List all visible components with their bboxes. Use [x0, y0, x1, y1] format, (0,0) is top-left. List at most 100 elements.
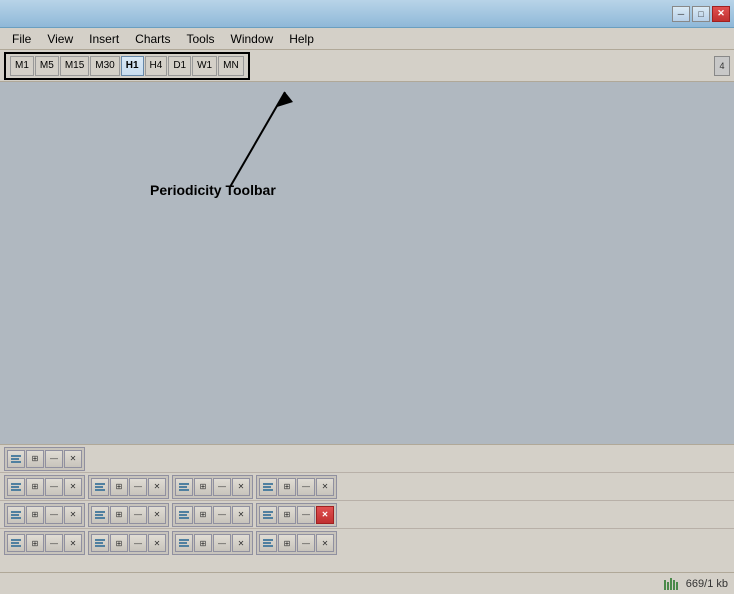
window-group-3b: ⊞ — ✕	[88, 531, 169, 555]
win-btn-min-2d[interactable]: —	[297, 506, 315, 524]
period-w1[interactable]: W1	[192, 56, 217, 76]
window-group-3c: ⊞ — ✕	[172, 531, 253, 555]
win-btn-close-1b[interactable]: ✕	[148, 478, 166, 496]
win-btn-chart-0[interactable]	[7, 450, 25, 468]
window-group-0: ⊞ — ✕	[4, 447, 85, 471]
win-btn-restore-3a[interactable]: ⊞	[26, 534, 44, 552]
maximize-button[interactable]: □	[692, 6, 710, 22]
win-btn-close-2d[interactable]: ✕	[316, 506, 334, 524]
menu-bar: File View Insert Charts Tools Window Hel…	[0, 28, 734, 50]
win-btn-close-3c[interactable]: ✕	[232, 534, 250, 552]
win-btn-restore-1c[interactable]: ⊞	[194, 478, 212, 496]
win-btn-close-1d[interactable]: ✕	[316, 478, 334, 496]
taskbar-row-3: ⊞ — ✕ ⊞ — ✕ ⊞ — ✕ ⊞ — ✕	[0, 529, 734, 557]
taskbar-area: ⊞ — ✕ ⊞ — ✕ ⊞ — ✕ ⊞ — ✕ ⊞ — ✕	[0, 444, 734, 594]
win-btn-min-2c[interactable]: —	[213, 506, 231, 524]
menu-window[interactable]: Window	[223, 30, 282, 48]
period-h1[interactable]: H1	[121, 56, 144, 76]
win-btn-min-3a[interactable]: —	[45, 534, 63, 552]
period-m1[interactable]: M1	[10, 56, 34, 76]
win-btn-close-1c[interactable]: ✕	[232, 478, 250, 496]
period-d1[interactable]: D1	[168, 56, 191, 76]
win-btn-min-2a[interactable]: —	[45, 506, 63, 524]
win-btn-chart-2a[interactable]	[7, 506, 25, 524]
menu-tools[interactable]: Tools	[179, 30, 223, 48]
period-m5[interactable]: M5	[35, 56, 59, 76]
window-group-3d: ⊞ — ✕	[256, 531, 337, 555]
win-btn-min-1c[interactable]: —	[213, 478, 231, 496]
win-btn-close-3d[interactable]: ✕	[316, 534, 334, 552]
status-bar: 669/1 kb	[0, 572, 734, 594]
win-btn-chart-3b[interactable]	[91, 534, 109, 552]
win-btn-min-3c[interactable]: —	[213, 534, 231, 552]
win-btn-min-1d[interactable]: —	[297, 478, 315, 496]
window-group-2a: ⊞ — ✕	[4, 503, 85, 527]
win-btn-chart-1d[interactable]	[259, 478, 277, 496]
win-btn-min-0[interactable]: —	[45, 450, 63, 468]
win-btn-restore-2d[interactable]: ⊞	[278, 506, 296, 524]
memory-bars-icon	[664, 578, 680, 590]
period-mn[interactable]: MN	[218, 56, 244, 76]
menu-file[interactable]: File	[4, 30, 39, 48]
win-btn-chart-3d[interactable]	[259, 534, 277, 552]
win-btn-min-2b[interactable]: —	[129, 506, 147, 524]
win-btn-restore-3d[interactable]: ⊞	[278, 534, 296, 552]
window-group-1c: ⊞ — ✕	[172, 475, 253, 499]
taskbar-row-1: ⊞ — ✕ ⊞ — ✕ ⊞ — ✕ ⊞ — ✕	[0, 473, 734, 501]
memory-icon	[664, 578, 680, 590]
menu-help[interactable]: Help	[281, 30, 322, 48]
win-btn-min-3d[interactable]: —	[297, 534, 315, 552]
win-btn-chart-2c[interactable]	[175, 506, 193, 524]
main-area: Periodicity Toolbar	[0, 82, 734, 452]
win-btn-close-1a[interactable]: ✕	[64, 478, 82, 496]
title-bar-buttons: ─ □ ✕	[672, 6, 730, 22]
taskbar-row-2: ⊞ — ✕ ⊞ — ✕ ⊞ — ✕ ⊞ — ✕	[0, 501, 734, 529]
win-btn-restore-2b[interactable]: ⊞	[110, 506, 128, 524]
win-btn-chart-2d[interactable]	[259, 506, 277, 524]
periodicity-toolbar: M1 M5 M15 M30 H1 H4 D1 W1 MN	[4, 52, 250, 80]
win-btn-min-1b[interactable]: —	[129, 478, 147, 496]
minimize-button[interactable]: ─	[672, 6, 690, 22]
win-btn-chart-3c[interactable]	[175, 534, 193, 552]
win-btn-close-2a[interactable]: ✕	[64, 506, 82, 524]
win-btn-close-2c[interactable]: ✕	[232, 506, 250, 524]
win-btn-restore-1b[interactable]: ⊞	[110, 478, 128, 496]
close-button[interactable]: ✕	[712, 6, 730, 22]
window-group-3a: ⊞ — ✕	[4, 531, 85, 555]
win-btn-chart-1b[interactable]	[91, 478, 109, 496]
title-bar: ─ □ ✕	[0, 0, 734, 28]
window-group-2c: ⊞ — ✕	[172, 503, 253, 527]
status-size: 669/1 kb	[686, 578, 728, 590]
toolbar-area: M1 M5 M15 M30 H1 H4 D1 W1 MN 4	[0, 50, 734, 82]
win-btn-chart-1a[interactable]	[7, 478, 25, 496]
win-btn-close-0[interactable]: ✕	[64, 450, 82, 468]
win-btn-restore-1a[interactable]: ⊞	[26, 478, 44, 496]
period-m15[interactable]: M15	[60, 56, 89, 76]
win-btn-restore-3b[interactable]: ⊞	[110, 534, 128, 552]
taskbar-row-0: ⊞ — ✕	[0, 445, 734, 473]
window-group-1b: ⊞ — ✕	[88, 475, 169, 499]
window-group-1d: ⊞ — ✕	[256, 475, 337, 499]
win-btn-chart-1c[interactable]	[175, 478, 193, 496]
period-h4[interactable]: H4	[145, 56, 168, 76]
win-btn-restore-2a[interactable]: ⊞	[26, 506, 44, 524]
win-btn-close-3b[interactable]: ✕	[148, 534, 166, 552]
win-btn-restore-1d[interactable]: ⊞	[278, 478, 296, 496]
win-btn-chart-2b[interactable]	[91, 506, 109, 524]
win-btn-restore-0[interactable]: ⊞	[26, 450, 44, 468]
menu-view[interactable]: View	[39, 30, 81, 48]
window-group-2b: ⊞ — ✕	[88, 503, 169, 527]
win-btn-restore-3c[interactable]: ⊞	[194, 534, 212, 552]
window-group-2d: ⊞ — ✕	[256, 503, 337, 527]
win-btn-chart-3a[interactable]	[7, 534, 25, 552]
win-btn-min-3b[interactable]: —	[129, 534, 147, 552]
win-btn-min-1a[interactable]: —	[45, 478, 63, 496]
window-group-1a: ⊞ — ✕	[4, 475, 85, 499]
period-m30[interactable]: M30	[90, 56, 119, 76]
win-btn-restore-2c[interactable]: ⊞	[194, 506, 212, 524]
scroll-indicator: 4	[714, 56, 730, 76]
win-btn-close-2b[interactable]: ✕	[148, 506, 166, 524]
menu-charts[interactable]: Charts	[127, 30, 178, 48]
win-btn-close-3a[interactable]: ✕	[64, 534, 82, 552]
menu-insert[interactable]: Insert	[81, 30, 127, 48]
